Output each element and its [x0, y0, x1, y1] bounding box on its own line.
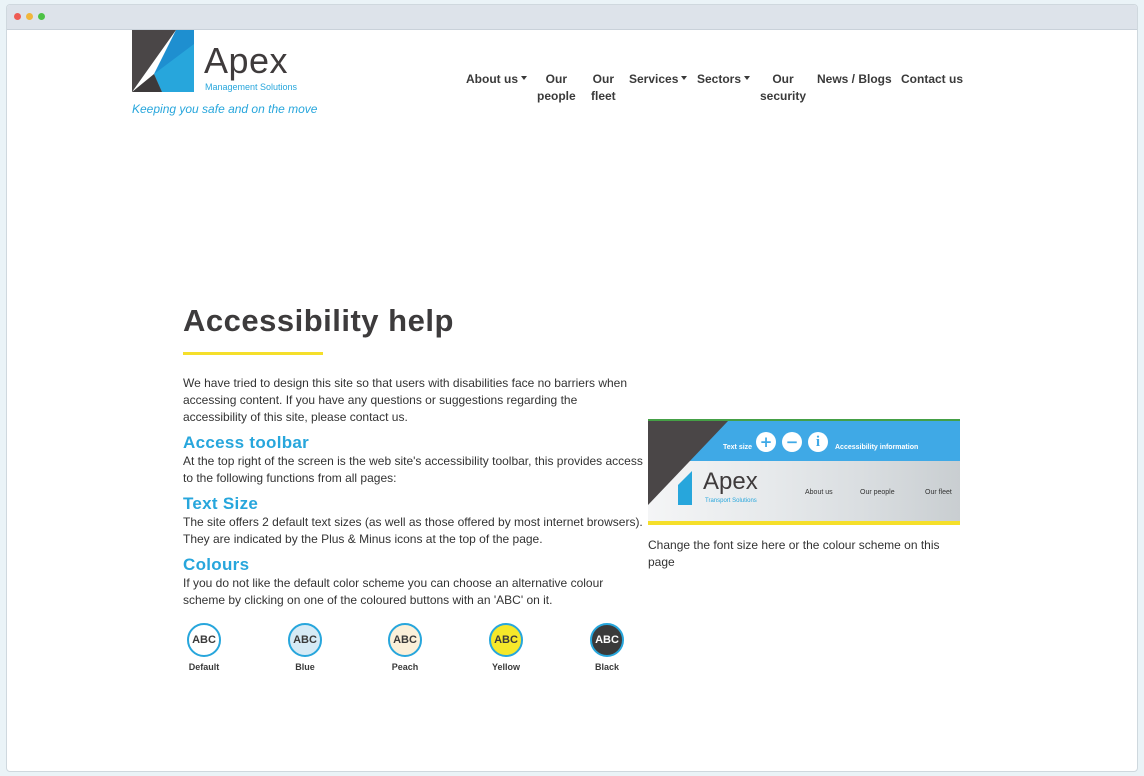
colours-heading: Colours — [183, 555, 250, 574]
colours-text: If you do not like the default color sch… — [183, 576, 604, 607]
plus-icon: + — [756, 432, 776, 452]
nav-sectors[interactable]: Sectors — [697, 71, 751, 88]
close-window-dot[interactable] — [14, 13, 21, 20]
caret-down-icon — [521, 75, 527, 80]
scheme-yellow-button[interactable]: ABC Yellow — [485, 623, 527, 672]
nav-contact-us[interactable]: Contact us — [901, 71, 963, 88]
preview-nav-about: About us — [805, 489, 833, 496]
preview-text-size-label: Text size — [723, 444, 753, 451]
minus-icon: − — [782, 432, 802, 452]
nav-services[interactable]: Services — [629, 71, 688, 88]
access-toolbar-text: At the top right of the screen is the we… — [183, 454, 643, 485]
nav-about-us[interactable]: About us — [466, 71, 527, 88]
preview-nav-people: Our people — [860, 489, 895, 496]
swatch-label: Peach — [391, 662, 419, 672]
preview-caption: Change the font size here or the colour … — [648, 538, 940, 569]
swatch-circle: ABC — [590, 623, 624, 657]
preview-yellow-rule — [648, 521, 960, 525]
preview-accessibility-label: Accessibility information — [835, 444, 919, 451]
text-size-text: The site offers 2 default text sizes (as… — [183, 515, 643, 546]
scheme-default-button[interactable]: ABC Default — [183, 623, 225, 672]
scheme-black-button[interactable]: ABC Black — [586, 623, 628, 672]
main-content: Accessibility help We have tried to desi… — [183, 303, 643, 609]
nav-our-people[interactable]: Our people — [537, 71, 576, 105]
caret-down-icon — [744, 75, 751, 80]
colour-scheme-buttons: ABC Default ABC Blue ABC Peach ABC Yello… — [183, 623, 643, 683]
minimize-window-dot[interactable] — [26, 13, 33, 20]
swatch-label: Yellow — [491, 662, 520, 672]
toolbar-preview-image: Text size + − i Accessibility informatio… — [648, 419, 960, 525]
text-size-heading: Text Size — [183, 494, 259, 513]
preview-brand-sub: Transport Solutions — [705, 498, 757, 504]
browser-window: Apex Management Solutions Keeping you sa… — [6, 4, 1138, 772]
intro-paragraph: We have tried to design this site so tha… — [183, 376, 627, 424]
title-bar — [7, 5, 1137, 30]
nav-our-security[interactable]: Our security — [760, 71, 806, 105]
preview-nav-fleet: Our fleet — [925, 489, 952, 496]
main-nav: About us Our people Our fleet Services Sec… — [7, 71, 1137, 111]
swatch-circle: ABC — [288, 623, 322, 657]
swatch-label: Blue — [295, 662, 315, 672]
info-icon: i — [808, 432, 828, 452]
caret-down-icon — [681, 75, 688, 80]
preview-brand: Apex — [703, 468, 758, 495]
scheme-peach-button[interactable]: ABC Peach — [384, 623, 426, 672]
swatch-label: Black — [594, 662, 620, 672]
nav-news-blogs[interactable]: News / Blogs — [817, 71, 892, 88]
swatch-circle: ABC — [187, 623, 221, 657]
swatch-label: Default — [188, 662, 220, 672]
nav-our-fleet[interactable]: Our fleet — [591, 71, 616, 105]
swatch-circle: ABC — [388, 623, 422, 657]
title-underline — [183, 352, 323, 355]
page-title: Accessibility help — [183, 303, 454, 338]
scheme-blue-button[interactable]: ABC Blue — [284, 623, 326, 672]
access-toolbar-heading: Access toolbar — [183, 433, 310, 452]
maximize-window-dot[interactable] — [38, 13, 45, 20]
swatch-circle: ABC — [489, 623, 523, 657]
